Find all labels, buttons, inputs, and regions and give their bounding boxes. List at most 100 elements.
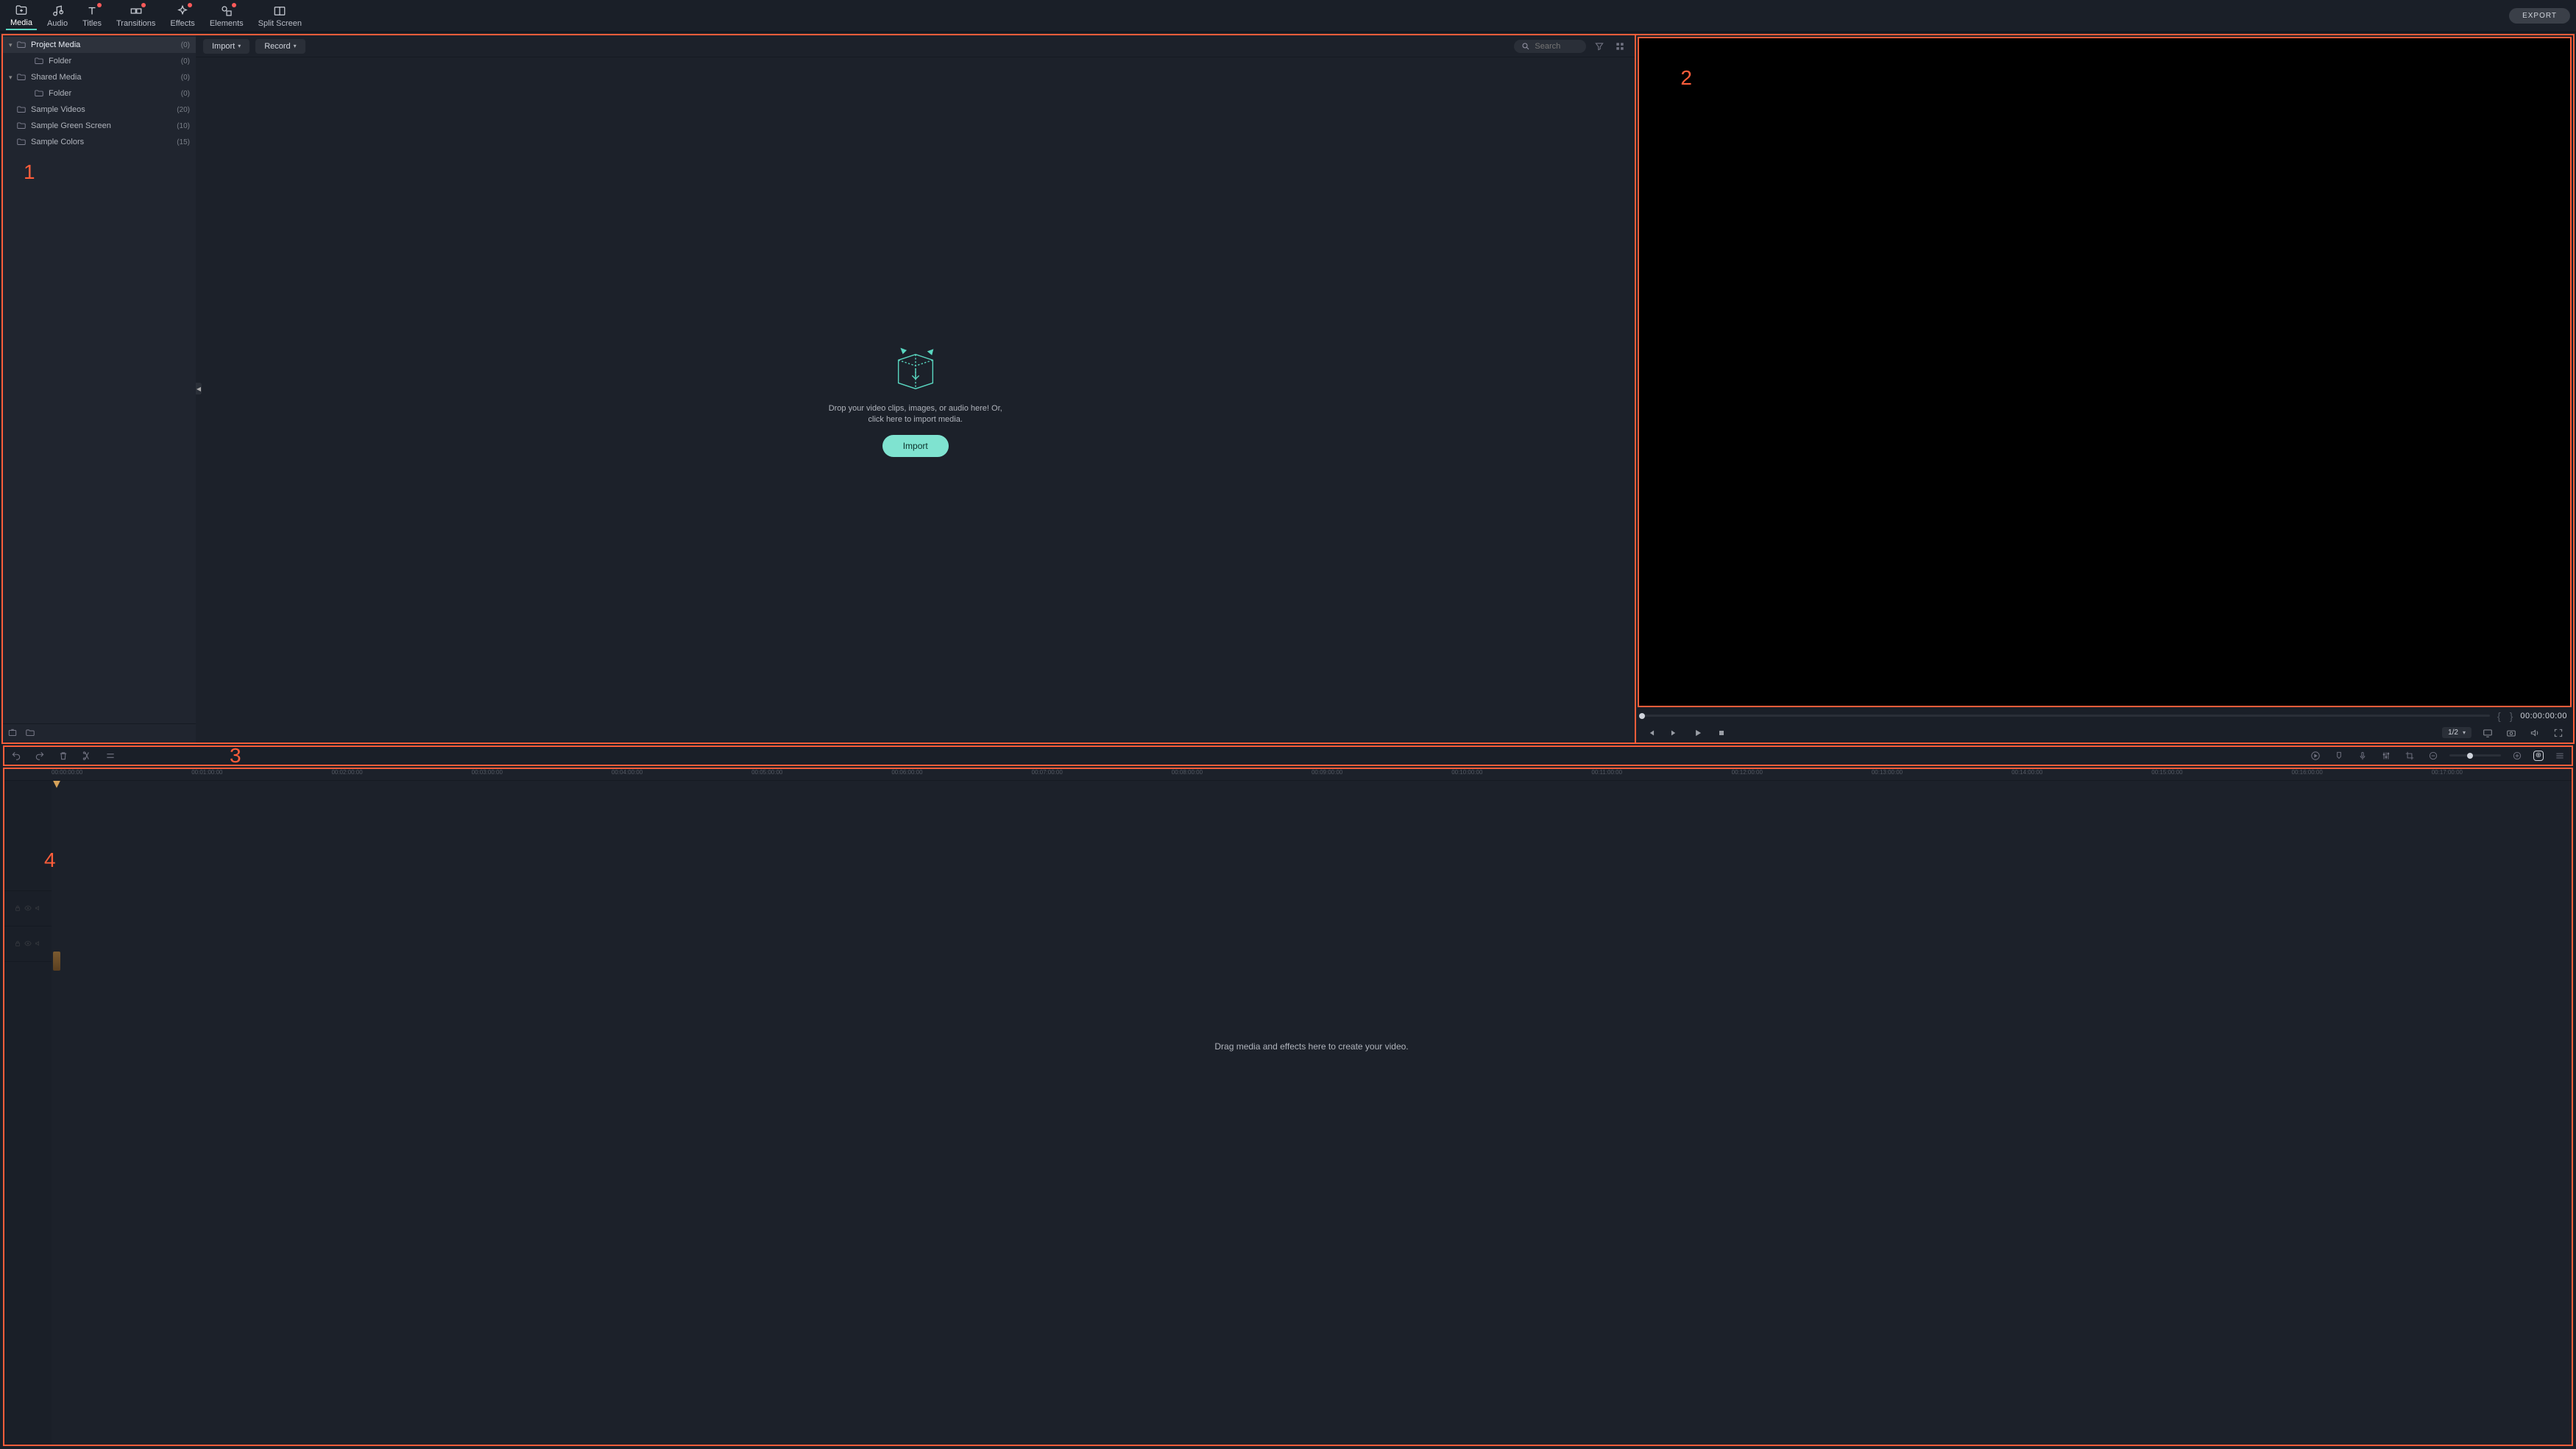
tree-row[interactable]: ▾Shared Media(0) [3, 69, 196, 85]
timeline-hint: Drag media and effects here to create yo… [1214, 1041, 1408, 1052]
clip-stub[interactable] [53, 952, 60, 971]
tab-split-screen[interactable]: Split Screen [254, 3, 306, 29]
grid-view-icon[interactable] [1613, 39, 1627, 54]
sidebar-collapse-handle[interactable]: ◀ [196, 383, 202, 394]
zoom-fit-icon[interactable]: ⊕ [2533, 751, 2544, 761]
transitions-icon [130, 4, 143, 18]
zoom-out-icon[interactable] [2426, 748, 2441, 763]
preview-zoom-select[interactable]: 1/2▾ [2442, 727, 2471, 738]
track-head[interactable] [4, 927, 52, 962]
track-manage-icon[interactable] [2552, 748, 2567, 763]
tab-effects[interactable]: Effects [166, 3, 199, 29]
timeline-body: Drag media and effects here to create yo… [4, 781, 2572, 1445]
media-drop-zone[interactable]: Drop your video clips, images, or audio … [196, 57, 1635, 743]
tab-label: Effects [170, 19, 194, 28]
mark-in-icon[interactable]: { [2496, 710, 2502, 722]
preview-panel: 2 { } 00:00:00:00 1/2▾ [1635, 35, 2573, 743]
search-box[interactable] [1514, 40, 1586, 53]
search-input[interactable] [1535, 42, 1579, 51]
tab-media[interactable]: Media [6, 2, 37, 30]
marker-icon[interactable] [2332, 748, 2346, 763]
ruler-tick: 00:14:00:00 [2011, 769, 2151, 780]
ruler-tick: 00:16:00:00 [2292, 769, 2432, 780]
sparkle-icon [176, 4, 189, 18]
edit-tools-icon[interactable] [103, 748, 118, 763]
zoom-slider-thumb[interactable] [2467, 753, 2473, 759]
lock-icon[interactable] [14, 904, 21, 912]
stop-icon[interactable] [1714, 726, 1729, 740]
media-toolbar: Import▾ Record▾ [196, 35, 1635, 57]
track-head[interactable] [4, 891, 52, 927]
ruler-tick: 00:17:00:00 [2432, 769, 2572, 780]
eye-icon[interactable] [24, 940, 32, 947]
tree-row[interactable]: ▾Project Media(0) [3, 37, 196, 53]
filter-icon[interactable] [1592, 39, 1607, 54]
tab-label: Media [10, 18, 32, 27]
track-head[interactable] [4, 781, 52, 891]
undo-icon[interactable] [9, 748, 24, 763]
audio-mixer-icon[interactable] [2379, 748, 2393, 763]
top-tab-bar: Media Audio Titles Transitions Effects E… [0, 0, 2576, 32]
preview-canvas[interactable]: 2 [1638, 37, 2572, 707]
mute-icon[interactable] [35, 904, 42, 912]
display-icon[interactable] [2480, 726, 2495, 740]
split-icon[interactable] [79, 748, 94, 763]
crop-icon[interactable] [2402, 748, 2417, 763]
ruler-tick: 00:13:00:00 [1872, 769, 2011, 780]
fullscreen-icon[interactable] [2551, 726, 2566, 740]
timeline-ruler[interactable]: 00:00:00:0000:01:00:0000:02:00:0000:03:0… [4, 769, 2572, 781]
disclosure-arrow-icon[interactable]: ▾ [9, 41, 16, 49]
tree-row[interactable]: Folder(0) [3, 85, 196, 102]
scrub-thumb[interactable] [1639, 713, 1645, 719]
zoom-in-icon[interactable] [2510, 748, 2524, 763]
tab-audio[interactable]: Audio [43, 3, 72, 29]
scrub-track[interactable] [1642, 715, 2490, 717]
voiceover-icon[interactable] [2355, 748, 2370, 763]
ruler-tick: 00:00:00:00 [52, 769, 191, 780]
tab-transitions[interactable]: Transitions [112, 3, 160, 29]
volume-icon[interactable] [2527, 726, 2542, 740]
export-button[interactable]: EXPORT [2509, 8, 2570, 24]
text-t-icon [85, 4, 99, 18]
mark-out-icon[interactable]: } [2508, 710, 2515, 722]
new-bin-icon[interactable] [7, 728, 18, 738]
mute-icon[interactable] [35, 940, 42, 947]
playhead[interactable] [53, 781, 60, 788]
timeline-zoom-slider[interactable] [2449, 754, 2501, 757]
tab-label: Transitions [116, 19, 155, 28]
tree-row[interactable]: Sample Colors(15) [3, 134, 196, 150]
tree-item-label: Sample Colors [31, 138, 177, 146]
track-heads [4, 781, 52, 1445]
track-area[interactable]: Drag media and effects here to create yo… [52, 781, 2572, 1445]
eye-icon[interactable] [24, 904, 32, 912]
ruler-tick: 00:01:00:00 [191, 769, 331, 780]
ruler-tick: 00:06:00:00 [891, 769, 1031, 780]
tab-elements[interactable]: Elements [205, 3, 248, 29]
ruler-tick: 00:15:00:00 [2151, 769, 2291, 780]
media-browser: Import▾ Record▾ Drop [196, 35, 1635, 743]
folder-icon [16, 137, 26, 147]
lock-icon[interactable] [14, 940, 21, 947]
new-folder-icon[interactable] [25, 728, 35, 738]
record-dropdown[interactable]: Record▾ [255, 39, 305, 54]
step-back-icon[interactable] [1643, 726, 1658, 740]
tab-titles[interactable]: Titles [78, 3, 106, 29]
delete-icon[interactable] [56, 748, 71, 763]
scrub-row: { } 00:00:00:00 [1636, 709, 2573, 723]
disclosure-arrow-icon[interactable]: ▾ [9, 74, 16, 82]
step-forward-icon[interactable] [1667, 726, 1682, 740]
tree-item-count: (0) [181, 90, 190, 98]
redo-icon[interactable] [32, 748, 47, 763]
tree-row[interactable]: Sample Green Screen(10) [3, 118, 196, 134]
import-dropdown[interactable]: Import▾ [203, 39, 250, 54]
render-preview-icon[interactable] [2308, 748, 2323, 763]
tree-item-label: Project Media [31, 40, 181, 49]
media-sidebar: ▾Project Media(0)Folder(0)▾Shared Media(… [3, 35, 196, 743]
play-icon[interactable] [1691, 726, 1705, 740]
chevron-down-icon: ▾ [2463, 729, 2466, 736]
ruler-tick: 00:05:00:00 [751, 769, 891, 780]
import-button[interactable]: Import [882, 435, 949, 457]
tree-row[interactable]: Folder(0) [3, 53, 196, 69]
snapshot-icon[interactable] [2504, 726, 2519, 740]
tree-row[interactable]: Sample Videos(20) [3, 102, 196, 118]
